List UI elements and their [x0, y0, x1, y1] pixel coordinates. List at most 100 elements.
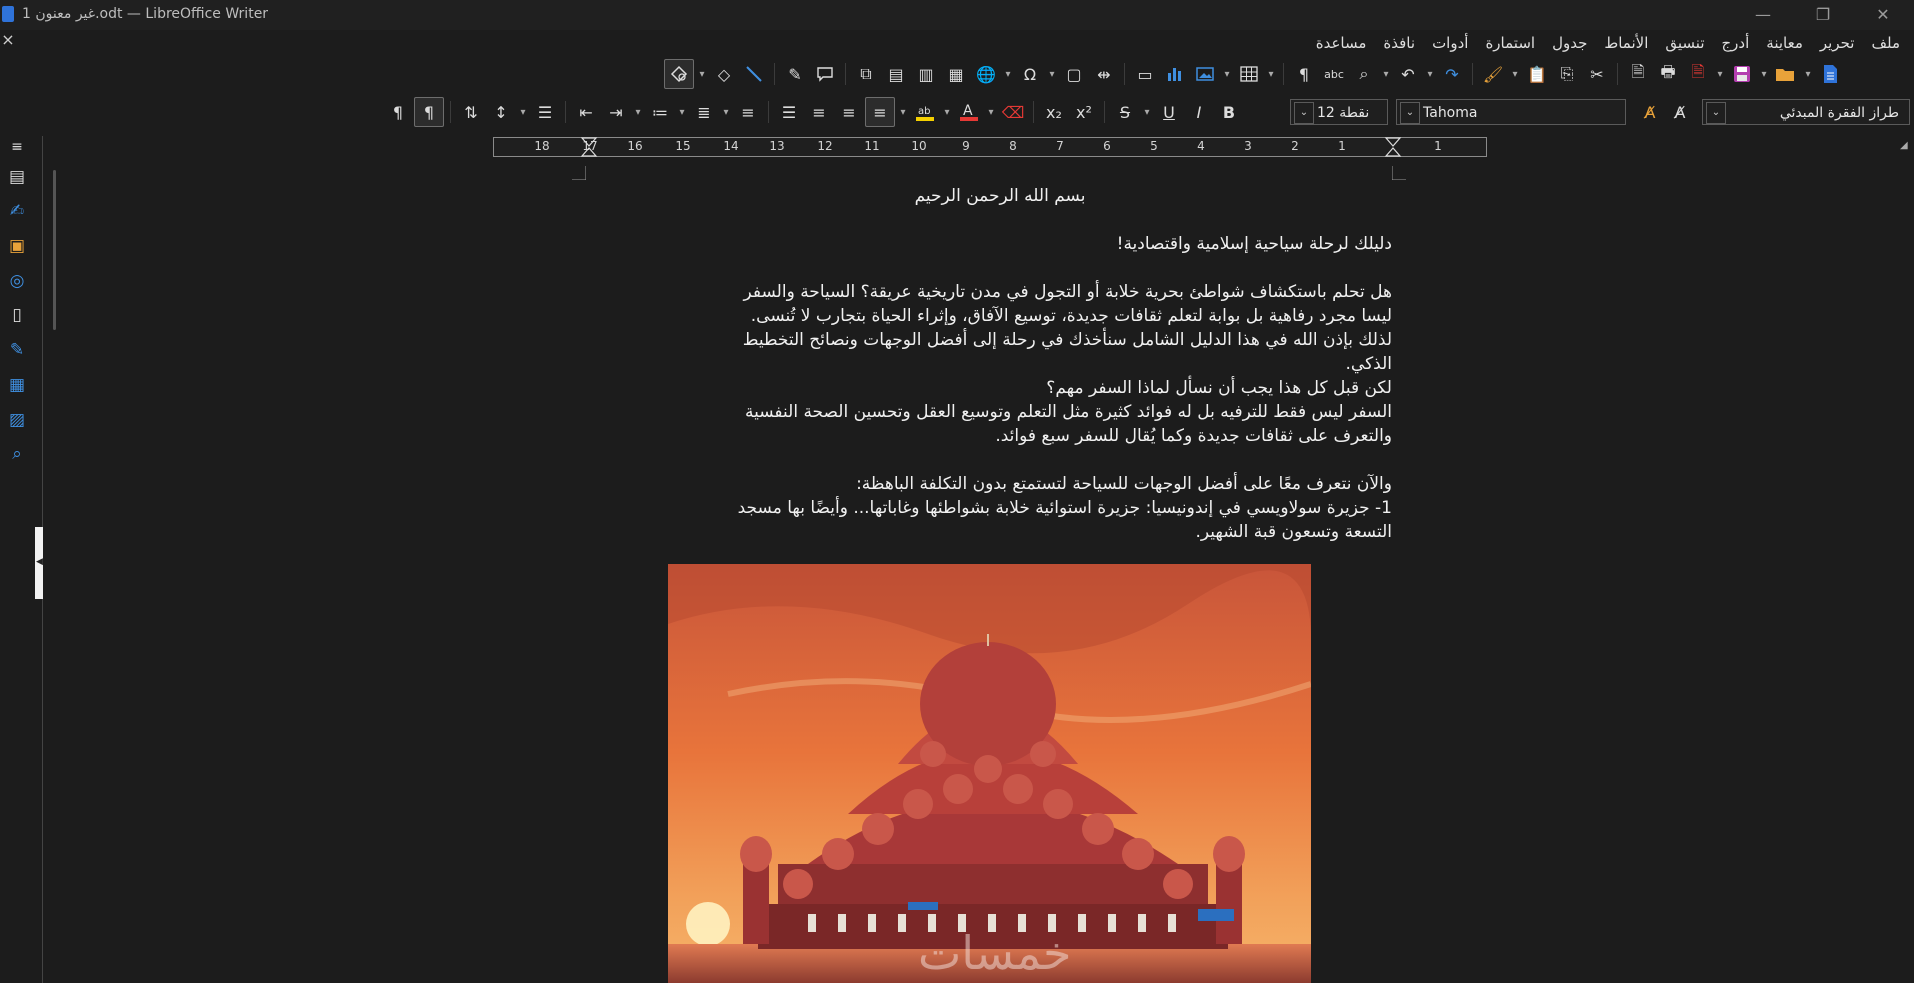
horizontal-ruler[interactable]: 18 17 16 15 14 13 12 11 10 9 8 7 6 5 4 3… [493, 137, 1487, 157]
new-style-icon[interactable]: A̸ [1666, 98, 1694, 126]
chevron-down-icon[interactable]: ▾ [1221, 60, 1233, 88]
basmala-line[interactable]: بسم الله الرحمن الرحيم [608, 184, 1392, 208]
right-indent-marker-icon[interactable] [1384, 137, 1402, 157]
open-icon[interactable] [1772, 60, 1800, 88]
chevron-down-icon[interactable]: ▾ [985, 98, 997, 126]
chevron-down-icon[interactable]: ▾ [1046, 60, 1058, 88]
italic-icon[interactable]: I [1185, 98, 1213, 126]
menu-window[interactable]: نافذة [1383, 31, 1415, 55]
track-changes-icon[interactable]: ✎ [781, 60, 809, 88]
underline-icon[interactable]: U [1155, 98, 1183, 126]
insert-field-icon[interactable]: ▢ [1060, 60, 1088, 88]
close-document-button[interactable]: × [1, 30, 15, 50]
basic-shapes-diamond-icon[interactable]: ◇ [710, 60, 738, 88]
chevron-down-icon[interactable]: ▾ [696, 60, 708, 88]
font-size-combobox[interactable]: ⌄ 12 نقطة [1290, 99, 1388, 125]
subscript-icon[interactable]: x₂ [1040, 98, 1068, 126]
special-character-icon[interactable]: Ω [1016, 60, 1044, 88]
menu-view[interactable]: معاينة [1766, 31, 1803, 55]
font-color-icon[interactable]: A [955, 98, 983, 126]
insert-image-icon[interactable] [1191, 60, 1219, 88]
manage-changes-icon[interactable]: ▦ [6, 374, 28, 396]
spelling-icon[interactable]: abc [1320, 60, 1348, 88]
update-style-icon[interactable]: A̸ [1636, 98, 1664, 126]
clone-formatting-icon[interactable]: 🖌 [1479, 60, 1507, 88]
minimize-button[interactable]: — [1743, 3, 1783, 27]
menu-help[interactable]: مساعدة [1316, 31, 1367, 55]
chevron-down-icon[interactable]: ⌄ [1294, 102, 1314, 124]
highlight-color-icon[interactable]: ab [911, 98, 939, 126]
print-preview-icon[interactable]: 🗎 [1624, 60, 1652, 88]
numbered-list-icon[interactable]: ≣ [690, 98, 718, 126]
navigator-icon[interactable]: ◎ [6, 270, 28, 292]
paragraph-destinations[interactable]: والآن نتعرف معًا على أفضل الوجهات للسياح… [608, 472, 1392, 544]
bold-icon[interactable]: B [1215, 98, 1243, 126]
chevron-down-icon[interactable]: ▾ [517, 98, 529, 126]
decrease-paragraph-spacing-icon[interactable]: ⇅ [457, 98, 485, 126]
chevron-down-icon[interactable]: ▾ [632, 98, 644, 126]
menu-insert[interactable]: أدرج [1722, 31, 1750, 55]
menu-table[interactable]: جدول [1552, 31, 1587, 55]
align-left-icon[interactable]: ≡ [805, 98, 833, 126]
mosque-image[interactable]: خمسات [668, 564, 1311, 983]
chevron-down-icon[interactable]: ▾ [1509, 60, 1521, 88]
styles-icon[interactable]: ✍ [6, 200, 28, 222]
increase-indent-icon[interactable]: ⇥ [602, 98, 630, 126]
outline-format-icon[interactable]: ≔ [646, 98, 674, 126]
insert-chart-icon[interactable] [1161, 60, 1189, 88]
menu-styles[interactable]: الأنماط [1604, 31, 1648, 55]
find-icon[interactable]: ⌕ [6, 443, 28, 465]
sidebar-menu-icon[interactable]: ≡ [6, 136, 28, 158]
menu-form[interactable]: استمارة [1485, 31, 1535, 55]
redo-icon[interactable]: ↷ [1438, 60, 1466, 88]
align-center-icon[interactable]: ≡ [835, 98, 863, 126]
footnote-icon[interactable]: ▦ [942, 60, 970, 88]
superscript-icon[interactable]: x² [1070, 98, 1098, 126]
chevron-down-icon[interactable]: ▾ [1714, 60, 1726, 88]
design-icon[interactable]: ▨ [6, 409, 28, 431]
clear-formatting-icon[interactable]: ⌫ [999, 98, 1027, 126]
draw-shapes-icon[interactable] [664, 59, 694, 89]
export-pdf-icon[interactable]: 🗎 [1684, 60, 1712, 88]
new-document-icon[interactable] [1816, 60, 1844, 88]
chevron-down-icon[interactable]: ⌄ [1400, 102, 1420, 124]
save-icon[interactable] [1728, 60, 1756, 88]
chevron-down-icon[interactable]: ▾ [1380, 60, 1392, 88]
insert-comment-icon[interactable] [811, 60, 839, 88]
line-spacing-icon[interactable]: ☰ [531, 98, 559, 126]
decrease-indent-icon[interactable]: ⇤ [572, 98, 600, 126]
document-heading[interactable]: دليلك لرحلة سياحية إسلامية واقتصادية! [608, 232, 1392, 256]
increase-paragraph-spacing-icon[interactable]: ↕ [487, 98, 515, 126]
hyperlink-icon[interactable]: 🌐 [972, 60, 1000, 88]
insert-line-icon[interactable] [740, 60, 768, 88]
endnote-icon[interactable]: ▥ [912, 60, 940, 88]
window-close-button[interactable]: ✕ [1863, 3, 1903, 27]
bullet-list-icon[interactable]: ≡ [734, 98, 762, 126]
left-indent-marker-icon[interactable] [580, 137, 598, 157]
chevron-down-icon[interactable]: ▾ [1424, 60, 1436, 88]
menu-format[interactable]: تنسيق [1665, 31, 1704, 55]
chevron-down-icon[interactable]: ▾ [941, 98, 953, 126]
chevron-down-icon[interactable]: ▾ [1002, 60, 1014, 88]
chevron-down-icon[interactable]: ▾ [1758, 60, 1770, 88]
text-box-icon[interactable]: ▭ [1131, 60, 1159, 88]
sidebar-collapse-handle[interactable]: ◀ [35, 527, 43, 599]
menu-edit[interactable]: تحرير [1820, 31, 1855, 55]
restore-button[interactable]: ❐ [1803, 3, 1843, 27]
menu-tools[interactable]: أدوات [1432, 31, 1468, 55]
paste-icon[interactable]: 📋 [1523, 60, 1551, 88]
left-to-right-icon[interactable]: ¶ [384, 98, 412, 126]
justify-icon[interactable]: ☰ [775, 98, 803, 126]
page-icon[interactable]: ▯ [6, 304, 28, 326]
chevron-down-icon[interactable]: ▾ [1265, 60, 1277, 88]
chevron-down-icon[interactable]: ▾ [720, 98, 732, 126]
menu-file[interactable]: ملف [1871, 31, 1900, 55]
vertical-scroll-indicator[interactable] [53, 170, 56, 330]
print-icon[interactable]: 🖶 [1654, 60, 1682, 88]
strikethrough-icon[interactable]: S [1111, 98, 1139, 126]
formatting-marks-icon[interactable]: ¶ [1290, 60, 1318, 88]
gallery-icon[interactable]: ▣ [6, 235, 28, 257]
chevron-down-icon[interactable]: ▾ [1141, 98, 1153, 126]
cut-icon[interactable]: ✂ [1583, 60, 1611, 88]
paragraph-style-combobox[interactable]: ⌄ طراز الفقرة المبدئي [1702, 99, 1910, 125]
